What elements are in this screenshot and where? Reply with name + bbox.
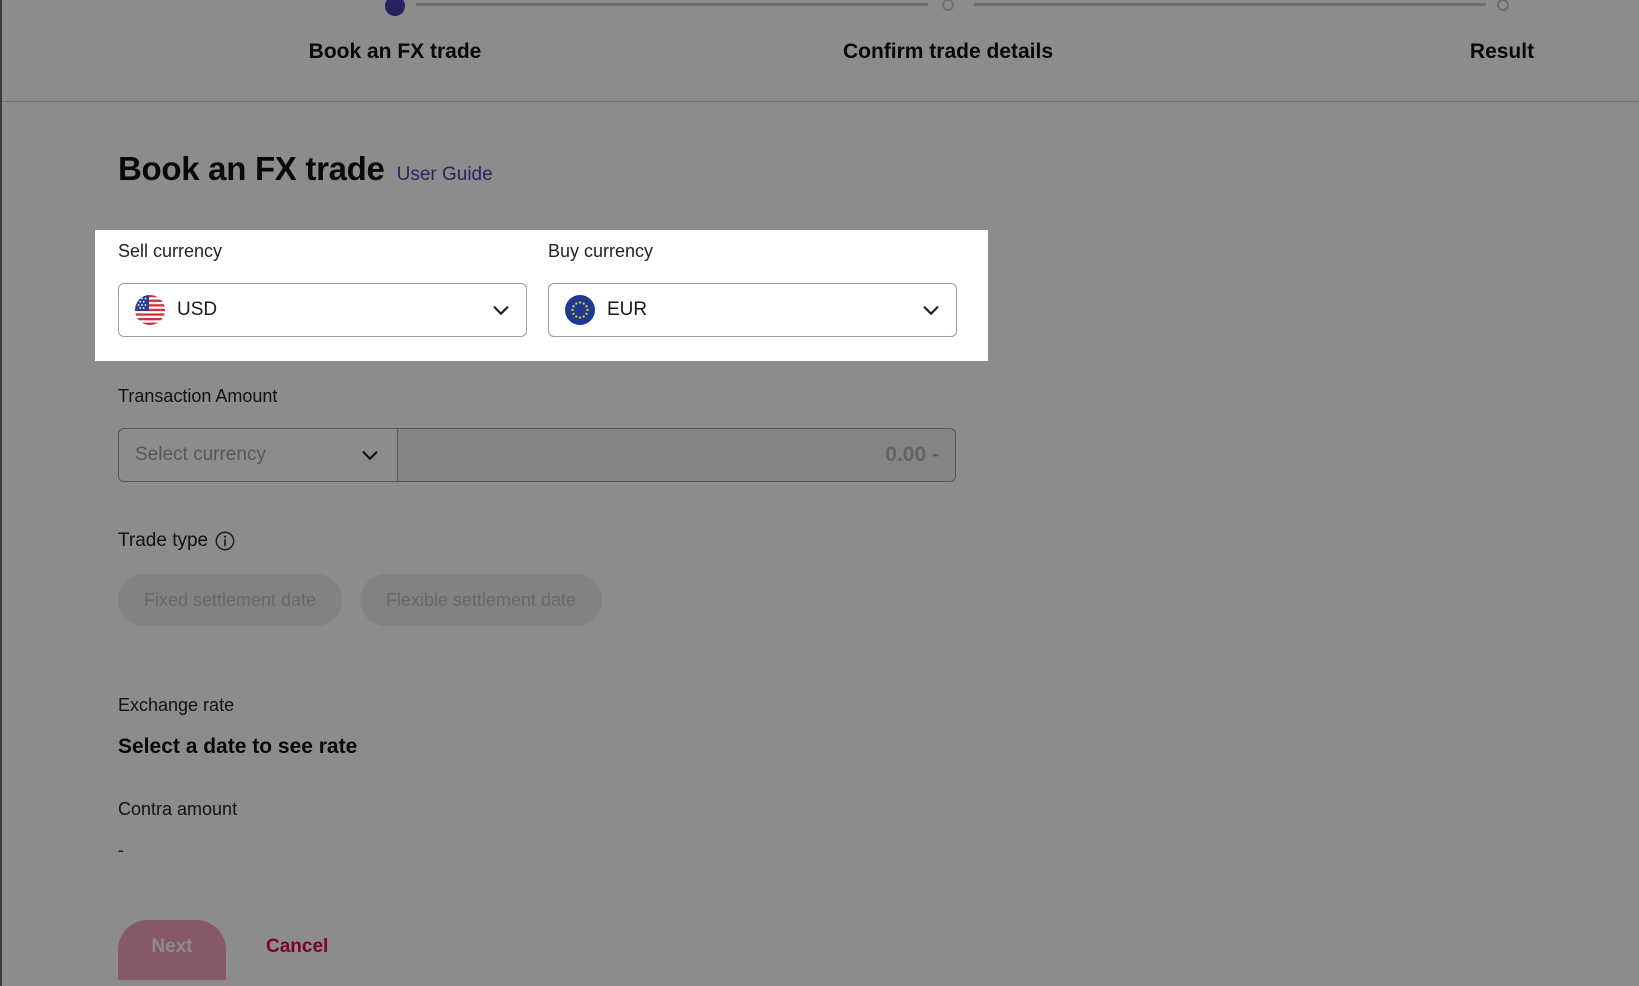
cancel-button[interactable]: Cancel [266, 936, 328, 958]
amount-currency-placeholder: Select currency [135, 444, 266, 465]
exchange-rate-label: Exchange rate [118, 695, 235, 715]
fx-booking-page: Book an FX trade Confirm trade details R… [0, 0, 1639, 986]
overlay-mask [2, 230, 95, 361]
contra-amount-value: - [118, 840, 124, 860]
trade-type-label: Trade type [118, 530, 209, 551]
info-icon[interactable] [214, 530, 236, 552]
next-button[interactable]: Next [118, 920, 226, 980]
step-indicator [942, 0, 954, 11]
chevron-down-icon [362, 451, 378, 460]
progress-stepper: Book an FX trade Confirm trade details R… [2, 0, 1639, 102]
fixed-settlement-option[interactable]: Fixed settlement date [118, 574, 342, 626]
step-indicator-active [385, 0, 405, 16]
page-title: Book an FX trade [118, 150, 385, 187]
trade-type-row: Trade type [118, 530, 236, 552]
step-indicator [1497, 0, 1509, 11]
exchange-rate-value: Select a date to see rate [118, 735, 358, 758]
spotlight-highlight [95, 230, 988, 361]
flexible-settlement-option[interactable]: Flexible settlement date [360, 574, 602, 626]
transaction-amount-label: Transaction Amount [118, 386, 278, 406]
stepper-connector [974, 3, 1486, 6]
contra-amount-label: Contra amount [118, 799, 238, 819]
amount-currency-select[interactable]: Select currency [119, 429, 398, 481]
transaction-amount-group: Select currency 0.00 - [118, 428, 956, 482]
title-row: Book an FX trade User Guide [118, 150, 493, 188]
stepper-connector [416, 3, 928, 6]
user-guide-link[interactable]: User Guide [397, 164, 493, 186]
overlay-mask [988, 230, 1639, 361]
step-label-result: Result [1469, 40, 1535, 63]
step-label-book: Book an FX trade [308, 40, 482, 63]
step-label-confirm: Confirm trade details [842, 40, 1054, 63]
amount-input[interactable]: 0.00 - [398, 429, 955, 481]
